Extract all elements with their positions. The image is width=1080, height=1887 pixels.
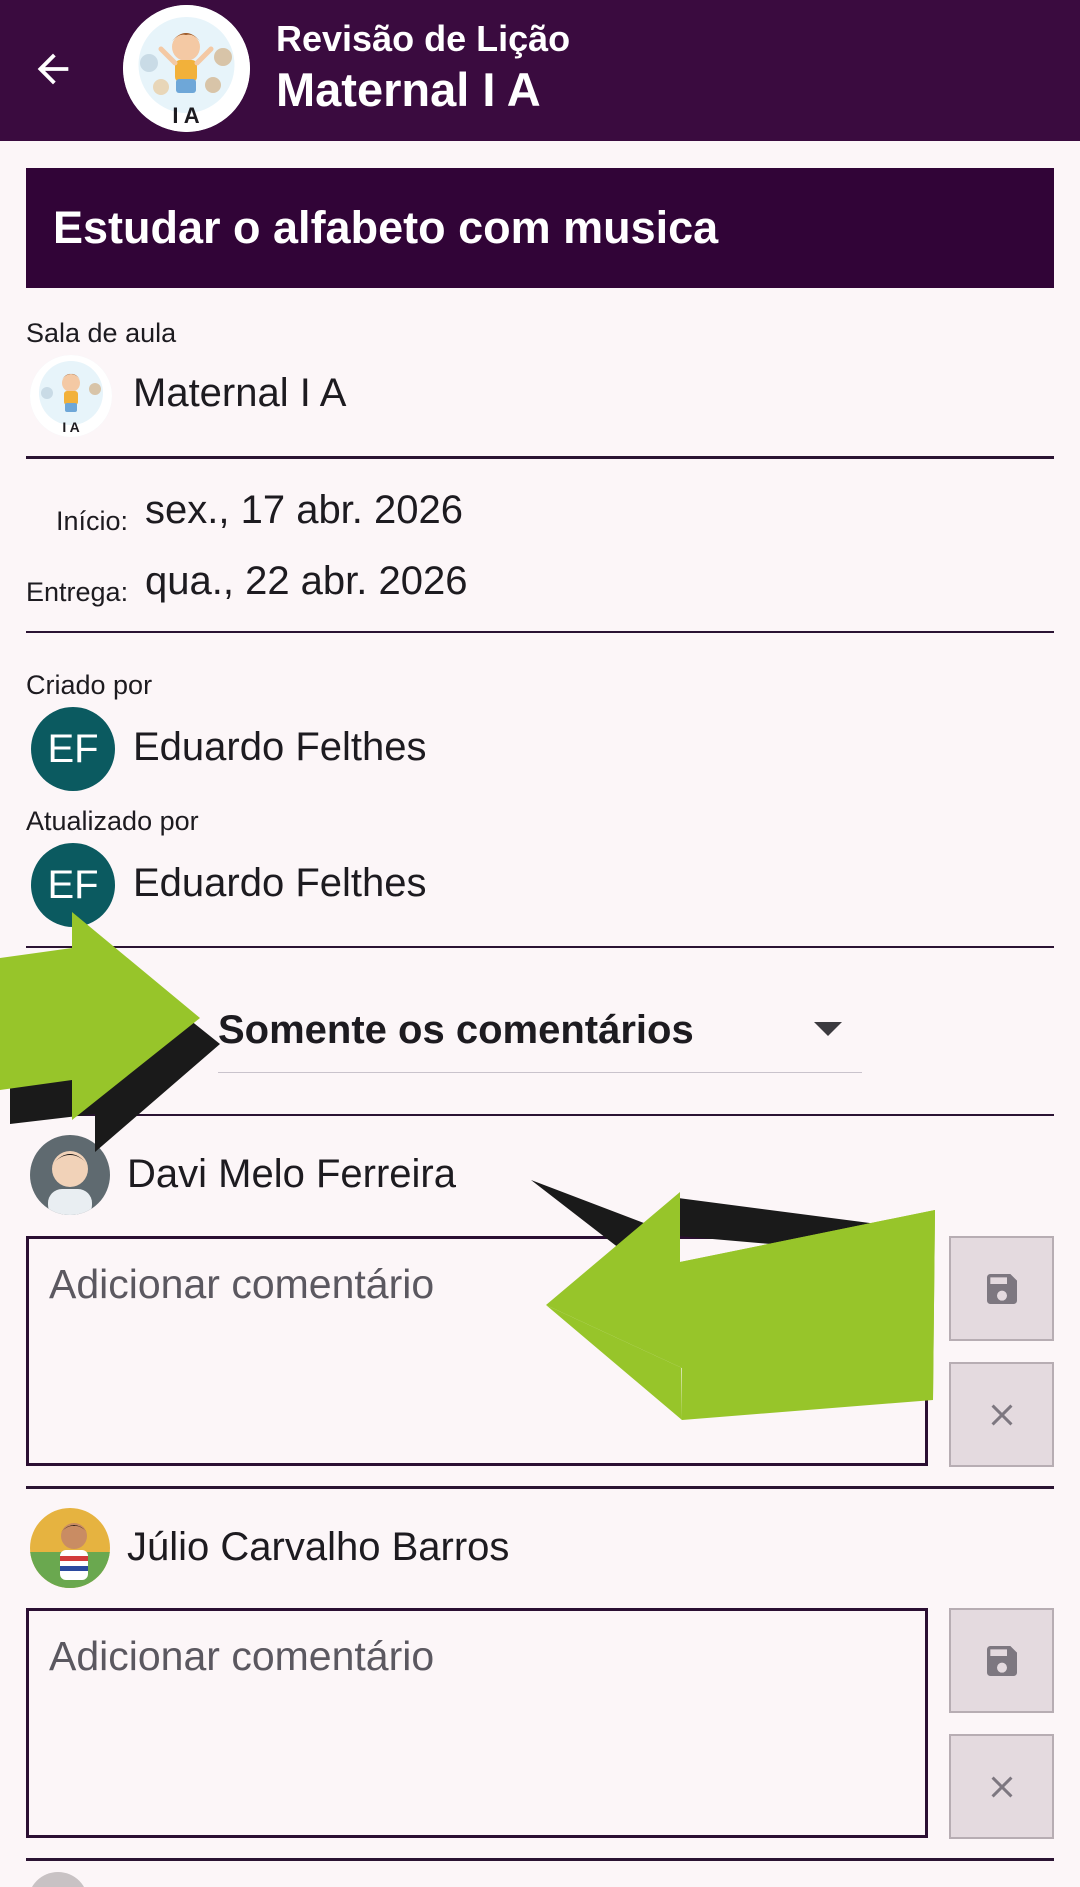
comment-input[interactable] [29, 1239, 925, 1463]
student-name: Júlio Carvalho Barros [127, 1525, 510, 1569]
save-icon [986, 1645, 1017, 1676]
annotation-arrow-pointing-right [0, 912, 220, 1152]
arrow-left-icon [37, 53, 69, 85]
classroom-logo-icon: I A [123, 5, 250, 132]
save-comment-button[interactable] [949, 1608, 1054, 1713]
start-date-label: Início: [56, 506, 129, 536]
updated-by-label: Atualizado por [26, 806, 199, 836]
divider [26, 1486, 1054, 1489]
classroom-logo-icon: I A [30, 355, 112, 437]
student-photo-icon [30, 1135, 110, 1215]
created-by-label: Criado por [26, 670, 153, 700]
clear-comment-button[interactable] [949, 1734, 1054, 1839]
classroom-label: Sala de aula [26, 318, 177, 348]
student-avatar [30, 1508, 110, 1588]
updater-name: Eduardo Felthes [133, 861, 427, 905]
updater-avatar: EF [31, 843, 115, 927]
comment-input-box[interactable] [26, 1608, 928, 1838]
divider [26, 1858, 1054, 1861]
app-bar: I A Revisão de Lição Maternal I A [0, 0, 1080, 141]
lesson-title-banner: Estudar o alfabeto com musica [26, 168, 1054, 288]
app-bar-subtitle: Revisão de Lição [276, 18, 571, 59]
due-date-label: Entrega: [26, 577, 129, 607]
svg-text:I A: I A [172, 103, 199, 128]
svg-text:I A: I A [62, 419, 79, 435]
creator-avatar: EF [31, 707, 115, 791]
app-bar-title: Maternal I A [276, 63, 541, 116]
chevron-down-icon [814, 1022, 842, 1036]
comment-input[interactable] [29, 1611, 925, 1835]
student-avatar-partial [28, 1872, 88, 1887]
comment-filter-dropdown[interactable]: Somente os comentários [218, 1000, 862, 1073]
save-icon [986, 1273, 1017, 1304]
classroom-small-avatar: I A [30, 355, 112, 437]
student-photo-icon [30, 1508, 110, 1588]
close-icon [991, 1404, 1012, 1425]
divider [26, 1114, 1054, 1116]
start-date-value[interactable]: sex., 17 abr. 2026 [145, 488, 463, 533]
student-name: Davi Melo Ferreira [127, 1152, 456, 1196]
creator-name: Eduardo Felthes [133, 725, 427, 769]
divider [26, 456, 1054, 459]
dropdown-selected-value: Somente os comentários [218, 1008, 694, 1052]
due-date-value[interactable]: qua., 22 abr. 2026 [145, 559, 468, 604]
clear-comment-button[interactable] [949, 1362, 1054, 1467]
save-comment-button[interactable] [949, 1236, 1054, 1341]
divider [26, 946, 1054, 948]
classroom-avatar: I A [123, 5, 250, 132]
student-avatar [30, 1135, 110, 1215]
lesson-title: Estudar o alfabeto com musica [53, 202, 719, 253]
close-icon [991, 1776, 1012, 1797]
divider [26, 631, 1054, 633]
back-button[interactable] [22, 38, 84, 100]
comment-input-box[interactable] [26, 1236, 928, 1466]
classroom-name: Maternal I A [133, 371, 347, 415]
